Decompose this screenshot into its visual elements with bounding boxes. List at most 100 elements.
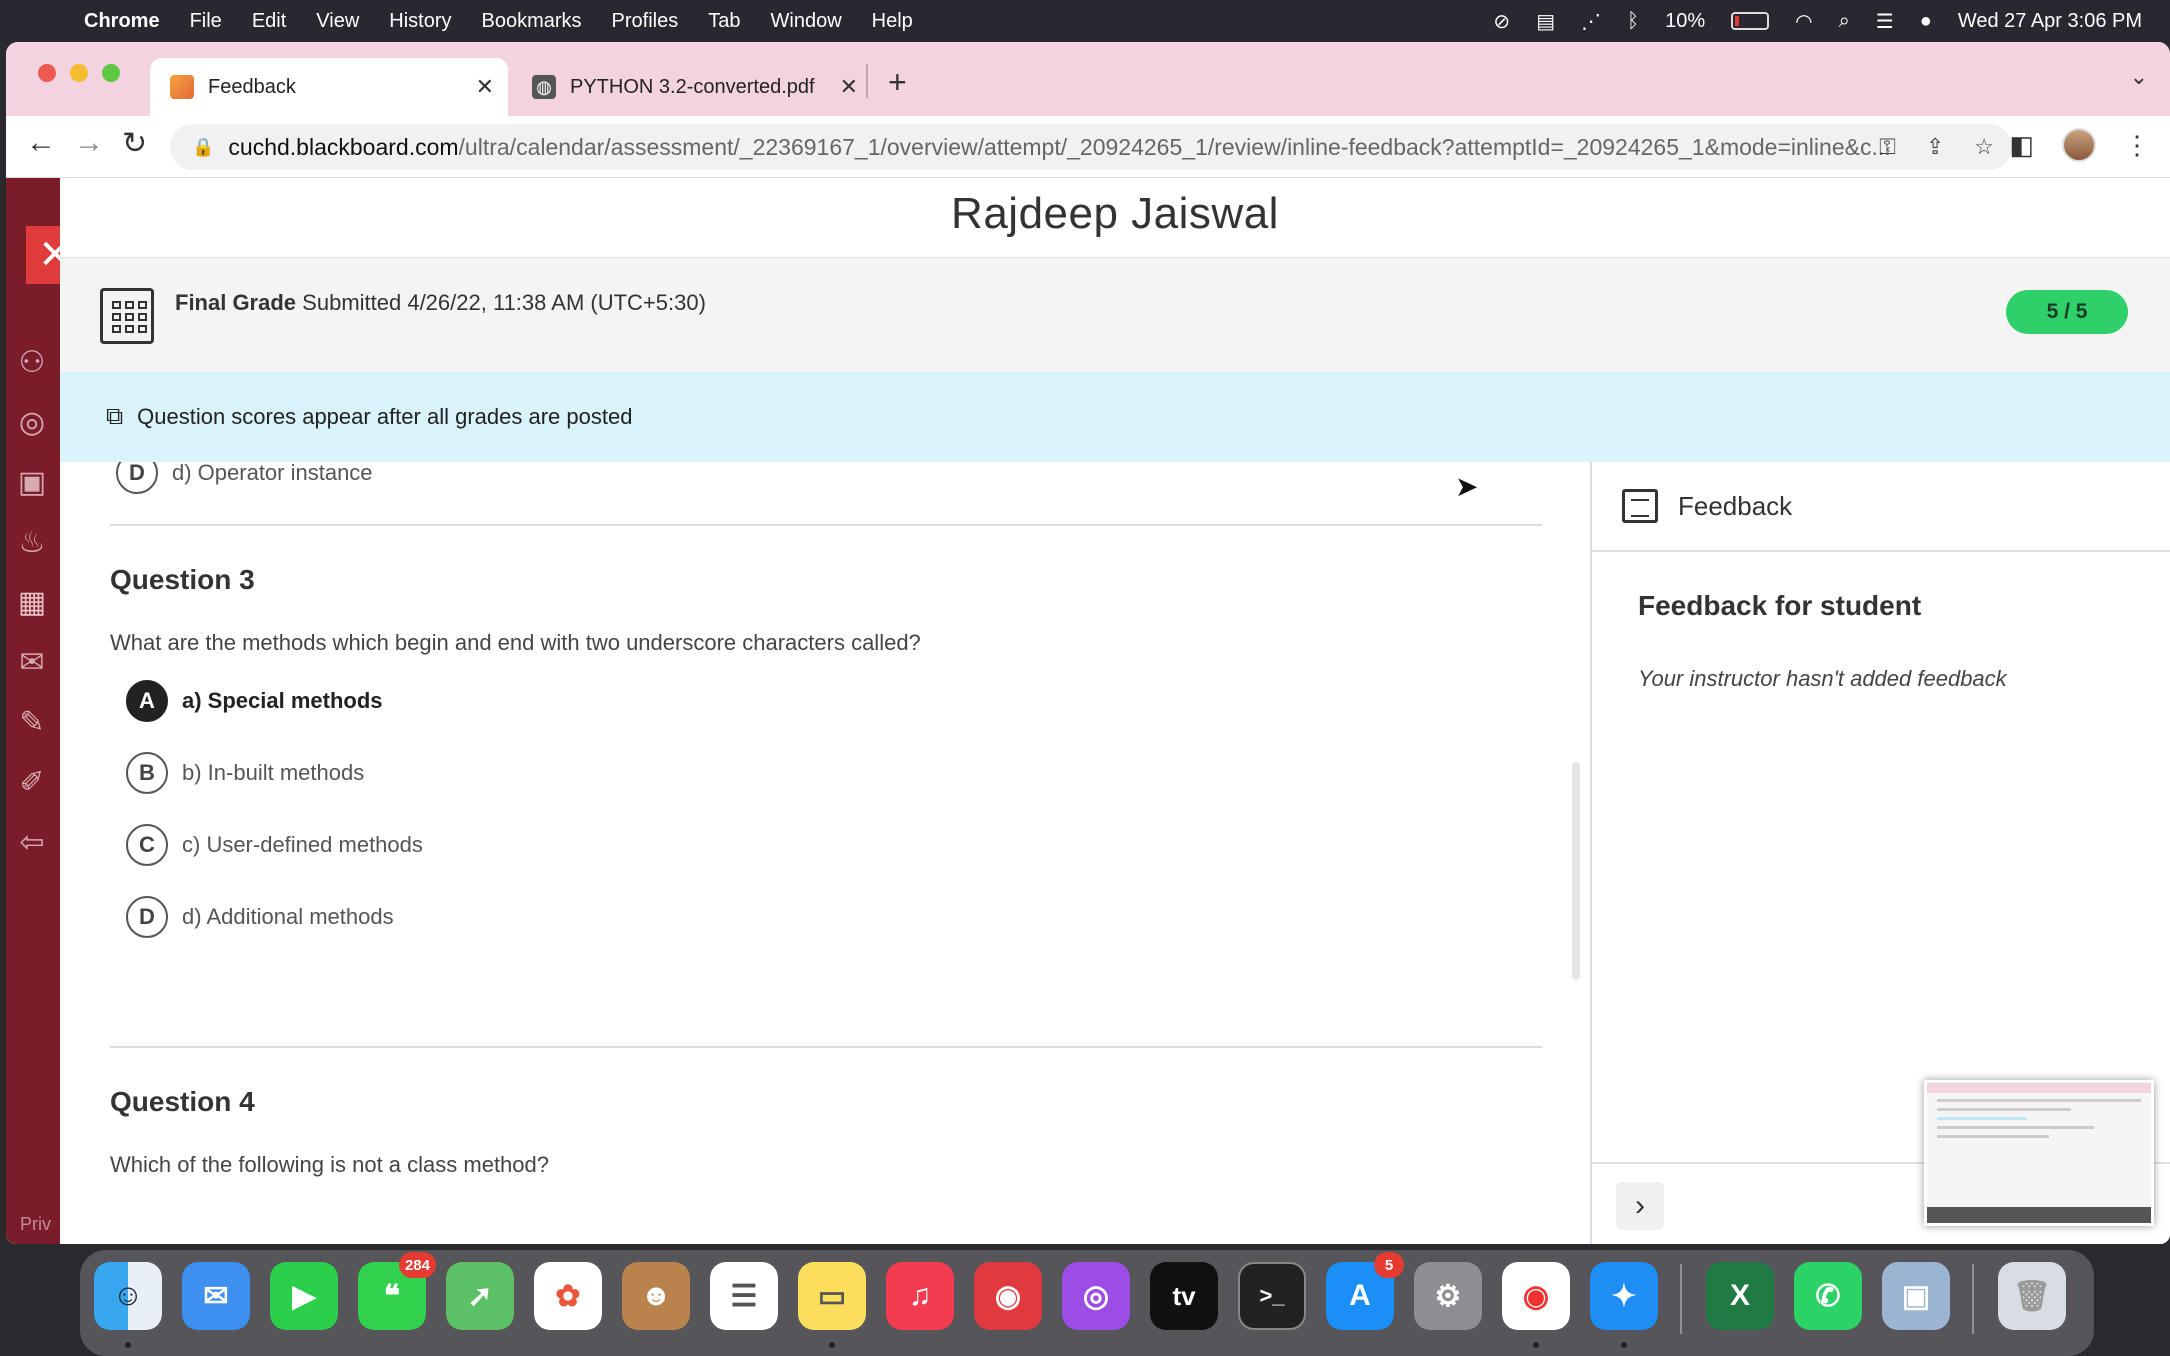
bluetooth-icon[interactable]: ᛒ	[1627, 10, 1639, 33]
photos-icon[interactable]: ✿	[534, 1262, 602, 1330]
menu-edit[interactable]: Edit	[252, 10, 286, 33]
close-tab-icon[interactable]: ✕	[840, 74, 858, 100]
macos-menubar: Chrome File Edit View History Bookmarks …	[0, 0, 2170, 42]
tab-python-pdf[interactable]: ◍ PYTHON 3.2-converted.pdf ✕	[516, 58, 872, 116]
messages-icon[interactable]: ✉	[14, 644, 50, 680]
app-store-badge: 5	[1374, 1252, 1404, 1278]
music-icon[interactable]: ♫	[886, 1262, 954, 1330]
menu-app-chrome[interactable]: Chrome	[84, 10, 160, 33]
display-icon[interactable]: ▤	[1536, 9, 1555, 34]
apple-menu-icon[interactable]	[34, 7, 62, 35]
mail-icon[interactable]: ✉	[182, 1262, 250, 1330]
url-path: /ultra/calendar/assessment/_22369167_1/o…	[458, 133, 1891, 160]
submitted-timestamp: Submitted 4/26/22, 11:38 AM (UTC+5:30)	[302, 290, 706, 315]
menu-profiles[interactable]: Profiles	[612, 10, 679, 33]
apple-tv-icon[interactable]: tv	[1150, 1262, 1218, 1330]
toolbar-right: ◧ ⋮	[2009, 128, 2150, 162]
lock-icon[interactable]: 🔒	[192, 137, 214, 158]
preview-icon[interactable]: ▣	[1882, 1262, 1950, 1330]
terminal-icon[interactable]: >_	[1238, 1262, 1306, 1330]
battery-icon[interactable]	[1731, 12, 1770, 30]
spotlight-search-icon[interactable]: ⌕	[1839, 10, 1850, 33]
mute-icon[interactable]: ⊘	[1493, 9, 1510, 34]
new-tab-button[interactable]: +	[888, 64, 907, 101]
wifi-icon[interactable]: ◠	[1795, 9, 1812, 34]
close-tab-icon[interactable]: ✕	[476, 74, 494, 100]
score-pill[interactable]: 5 / 5	[2006, 290, 2128, 334]
calendar-icon[interactable]: ▦	[14, 584, 50, 620]
reminders-icon[interactable]: ☰	[710, 1262, 778, 1330]
question-3-option-d: D d) Additional methods	[126, 896, 394, 938]
profile-icon[interactable]: ⚇	[14, 344, 50, 380]
maps-icon[interactable]: ➚	[446, 1262, 514, 1330]
menubar-clock[interactable]: Wed 27 Apr 3:06 PM	[1958, 10, 2142, 33]
network-activity-icon[interactable]: ⋰	[1581, 9, 1601, 34]
grades-icon[interactable]: ✎	[14, 704, 50, 740]
app-store-icon[interactable]: A5	[1326, 1252, 1404, 1330]
menu-bookmarks[interactable]: Bookmarks	[482, 10, 582, 33]
option-text: a) Special methods	[182, 688, 383, 713]
question-3-option-c: C c) User-defined methods	[126, 824, 423, 866]
browser-window: Feedback ✕ ◍ PYTHON 3.2-converted.pdf ✕ …	[6, 42, 2170, 1244]
safari-icon[interactable]: ✦	[1590, 1262, 1658, 1348]
key-icon[interactable]: ⚿	[1879, 134, 1896, 160]
excel-icon[interactable]: X	[1706, 1262, 1774, 1330]
photo-booth-icon[interactable]: ◉	[974, 1262, 1042, 1330]
facetime-icon[interactable]: ▶	[270, 1262, 338, 1330]
gradebook-icon	[100, 288, 154, 344]
fullscreen-window-button[interactable]	[102, 64, 120, 82]
notes-icon[interactable]: ▭	[798, 1262, 866, 1348]
menu-help[interactable]: Help	[872, 10, 913, 33]
feedback-title: Feedback for student	[1638, 590, 1922, 621]
chevron-right-icon[interactable]: ›	[1616, 1182, 1664, 1230]
page-content: ⚇ ◎ ▣ ♨ ▦ ✉ ✎ ✐ ⇦ Priv ✕ Rajdeep Jaiswal…	[6, 178, 2170, 1244]
whatsapp-icon[interactable]: ✆	[1794, 1262, 1862, 1330]
tab-title: Feedback	[208, 75, 296, 98]
chrome-icon[interactable]: ◉	[1502, 1262, 1570, 1348]
grade-summary-bar: Final Grade Submitted 4/26/22, 11:38 AM …	[60, 258, 2170, 372]
tools-icon[interactable]: ✐	[14, 764, 50, 800]
siri-icon[interactable]: ●	[1920, 10, 1932, 33]
reload-button[interactable]: ↻	[122, 126, 147, 161]
feedback-icon	[1622, 489, 1658, 523]
option-letter: D	[126, 896, 168, 938]
menu-tab[interactable]: Tab	[708, 10, 740, 33]
podcasts-icon[interactable]: ◎	[1062, 1262, 1130, 1330]
institution-globe-icon[interactable]: ◎	[14, 404, 50, 440]
minimize-window-button[interactable]	[70, 64, 88, 82]
profile-avatar[interactable]	[2062, 128, 2096, 162]
tab-search-chevron-icon[interactable]: ⌄	[2130, 64, 2148, 90]
messages-icon[interactable]: ❝ 284	[358, 1252, 436, 1330]
share-icon[interactable]: ⇪	[1926, 134, 1944, 160]
menu-view[interactable]: View	[316, 10, 359, 33]
side-panel-icon[interactable]: ◧	[2009, 130, 2034, 161]
tab-feedback[interactable]: Feedback ✕	[150, 58, 508, 116]
address-bar[interactable]: 🔒 cuchd.blackboard.com /ultra/calendar/a…	[170, 124, 2012, 170]
notice-text: Question scores appear after all grades …	[137, 404, 633, 429]
bookmark-star-icon[interactable]: ☆	[1974, 134, 1994, 160]
finder-icon[interactable]: ☺	[94, 1262, 162, 1348]
menu-window[interactable]: Window	[771, 10, 842, 33]
option-letter: C	[126, 824, 168, 866]
tab-bar: Feedback ✕ ◍ PYTHON 3.2-converted.pdf ✕ …	[6, 42, 2170, 116]
contacts-icon[interactable]: ☻	[622, 1262, 690, 1330]
privacy-link[interactable]: Priv	[20, 1214, 51, 1235]
student-name: Rajdeep Jaiswal	[60, 178, 2170, 258]
menu-history[interactable]: History	[389, 10, 451, 33]
trash-icon[interactable]: 🗑	[1998, 1262, 2066, 1330]
forward-button[interactable]: →	[74, 126, 104, 160]
option-text: d) Operator instance	[172, 462, 373, 485]
chrome-menu-icon[interactable]: ⋮	[2124, 130, 2150, 161]
system-preferences-icon[interactable]: ⚙	[1414, 1262, 1482, 1330]
control-center-icon[interactable]: ☰	[1876, 9, 1894, 34]
question-3-title: Question 3	[110, 564, 255, 595]
organizations-icon[interactable]: ♨	[14, 524, 50, 560]
courses-icon[interactable]: ▣	[14, 464, 50, 500]
back-button[interactable]: ←	[26, 126, 56, 160]
option-text: c) User-defined methods	[182, 832, 423, 857]
close-window-button[interactable]	[38, 64, 56, 82]
sign-out-icon[interactable]: ⇦	[14, 824, 50, 860]
questions-scrollbar[interactable]	[1572, 762, 1580, 980]
screenshot-thumbnail[interactable]	[1924, 1080, 2154, 1226]
menu-file[interactable]: File	[190, 10, 222, 33]
